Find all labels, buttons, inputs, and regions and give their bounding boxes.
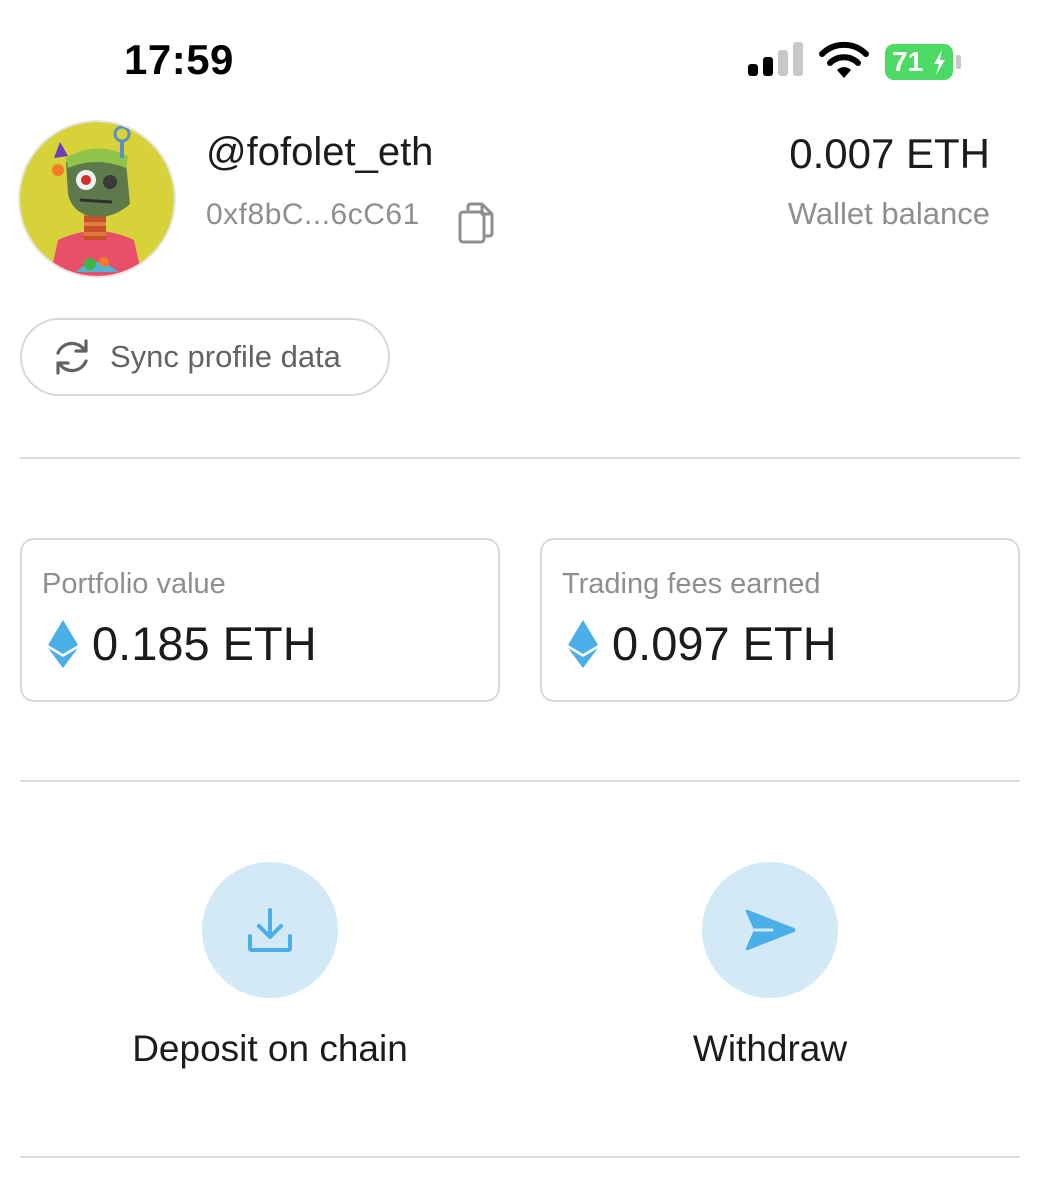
- wallet-balance-label: Wallet balance: [787, 196, 990, 231]
- refresh-icon: [56, 339, 88, 375]
- wallet-address: 0xf8bC...6cC61: [206, 198, 420, 231]
- deposit-button[interactable]: [202, 862, 338, 998]
- trading-fees-amount: 0.097 ETH: [612, 617, 837, 670]
- withdraw-action[interactable]: Withdraw: [620, 862, 920, 1070]
- portfolio-value-title: Portfolio value: [42, 568, 226, 600]
- cellular-signal-icon: [748, 42, 803, 76]
- deposit-action[interactable]: Deposit on chain: [120, 862, 420, 1070]
- deposit-label: Deposit on chain: [132, 1028, 408, 1069]
- username: @fofolet_eth: [206, 130, 434, 174]
- battery-level: 71: [892, 46, 924, 77]
- trading-fees-card: Trading fees earned 0.097 ETH: [540, 538, 1020, 702]
- portfolio-value-card: Portfolio value 0.185 ETH: [20, 538, 500, 702]
- ethereum-icon: [568, 619, 598, 668]
- divider: [20, 780, 1020, 782]
- ethereum-icon: [48, 619, 78, 668]
- portfolio-value-amount: 0.185 ETH: [92, 617, 317, 670]
- wifi-icon: [819, 41, 869, 78]
- trading-fees-title: Trading fees earned: [562, 568, 821, 600]
- avatar[interactable]: [20, 122, 174, 276]
- download-icon: [248, 908, 292, 952]
- sync-profile-button[interactable]: Sync profile data: [20, 318, 390, 396]
- divider: [20, 457, 1020, 459]
- battery-charging-icon: 71: [884, 42, 964, 82]
- wallet-balance-value: 0.007 ETH: [789, 130, 990, 177]
- copy-icon[interactable]: [456, 202, 496, 244]
- withdraw-label: Withdraw: [692, 1028, 848, 1069]
- divider: [20, 1156, 1020, 1158]
- status-time: 17:59: [124, 36, 234, 83]
- withdraw-button[interactable]: [702, 862, 838, 998]
- sync-profile-label: Sync profile data: [110, 339, 341, 374]
- send-icon: [745, 909, 796, 951]
